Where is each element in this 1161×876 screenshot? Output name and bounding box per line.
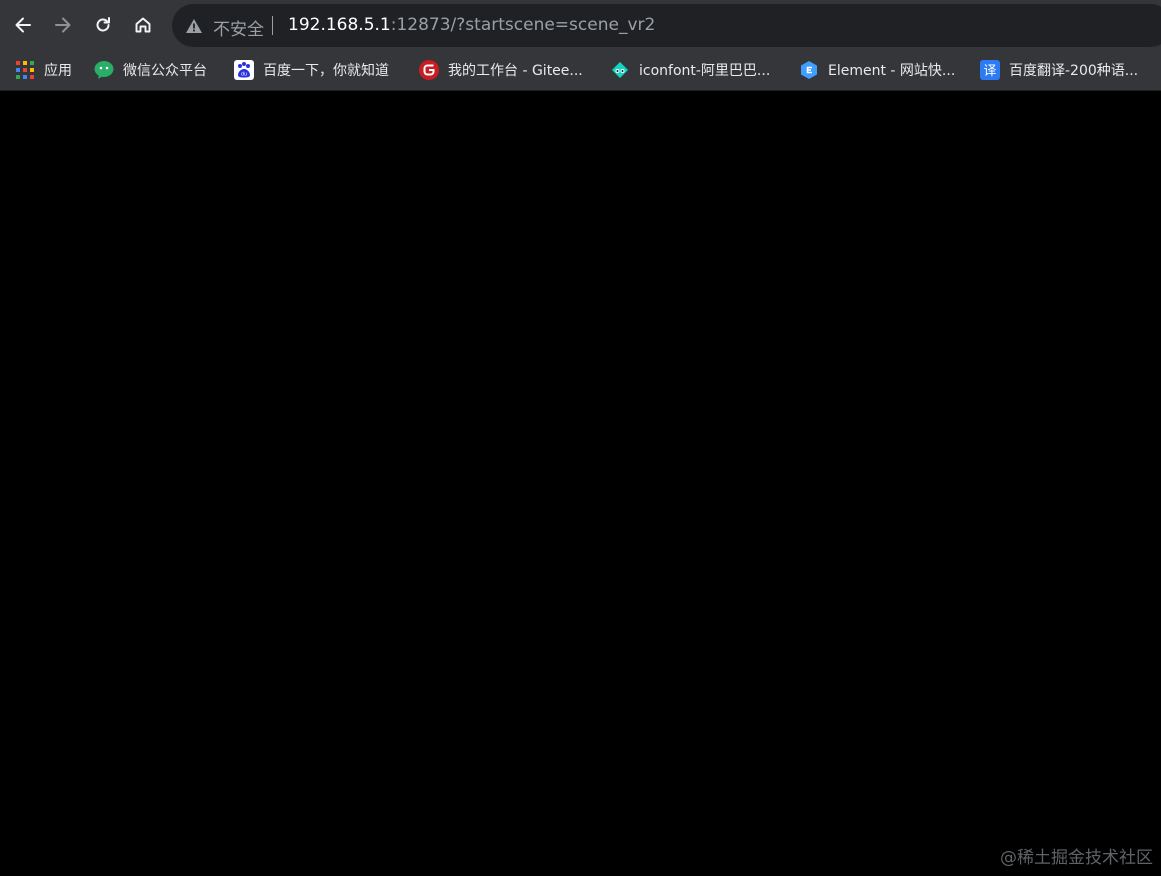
bookmark-element[interactable]: Element - 网站快... [799,58,955,82]
element-icon [799,60,819,80]
url-text[interactable]: 192.168.5.1:12873/?startscene=scene_vr2 [288,15,655,35]
bookmark-wechat[interactable]: 微信公众平台 [94,58,207,82]
reload-button[interactable] [83,5,123,45]
watermark-text: @稀土掘金技术社区 [1000,848,1153,868]
bookmark-iconfont[interactable]: iconfont-阿里巴巴... [610,58,770,82]
url-host: 192.168.5.1 [288,15,391,35]
bookmark-baidu[interactable]: du 百度一下，你就知道 [234,58,389,82]
bookmark-label: iconfont-阿里巴巴... [639,63,771,79]
bookmark-apps[interactable]: 应用 [15,58,72,82]
baidu-icon: du [234,60,254,80]
svg-text:du: du [241,72,247,78]
baidu-translate-icon: 译 [980,60,1000,80]
arrow-left-icon [15,17,31,33]
url-path: :12873/?startscene=scene_vr2 [390,15,656,35]
forward-button[interactable] [43,5,83,45]
arrow-right-icon [55,17,71,33]
bookmark-label: 我的工作台 - Gitee... [448,63,583,79]
apps-grid-icon [15,60,35,80]
reload-icon [96,17,110,32]
wechat-icon [94,60,114,80]
home-icon [135,17,151,33]
iconfont-icon [610,60,630,80]
bookmark-baidu-translate[interactable]: 译 百度翻译-200种语... [980,58,1138,82]
bookmark-label: 微信公众平台 [123,63,207,79]
omnibox-separator [272,16,273,35]
svg-text:译: 译 [983,64,996,79]
bookmarks-bar: 应用 微信公众平台 du 百度一下，你就知道 我的工作台 - Gitee... … [0,50,1161,91]
security-status-label[interactable]: 不安全 [213,15,264,40]
browser-window: 不安全 192.168.5.1:12873/?startscene=scene_… [0,0,1161,876]
address-bar[interactable]: 不安全 192.168.5.1:12873/?startscene=scene_… [172,4,1161,47]
bookmark-label: 百度一下，你就知道 [263,63,389,79]
gitee-icon [419,60,439,80]
warning-icon[interactable] [185,17,203,35]
bookmark-label: Element - 网站快... [828,63,956,79]
home-button[interactable] [123,5,163,45]
back-button[interactable] [3,5,43,45]
page-viewport[interactable]: @稀土掘金技术社区 [0,91,1161,876]
bookmark-label: 应用 [44,63,72,79]
bookmark-gitee[interactable]: 我的工作台 - Gitee... [419,58,583,82]
bookmark-label: 百度翻译-200种语... [1009,63,1139,79]
browser-toolbar: 不安全 192.168.5.1:12873/?startscene=scene_… [0,0,1161,50]
